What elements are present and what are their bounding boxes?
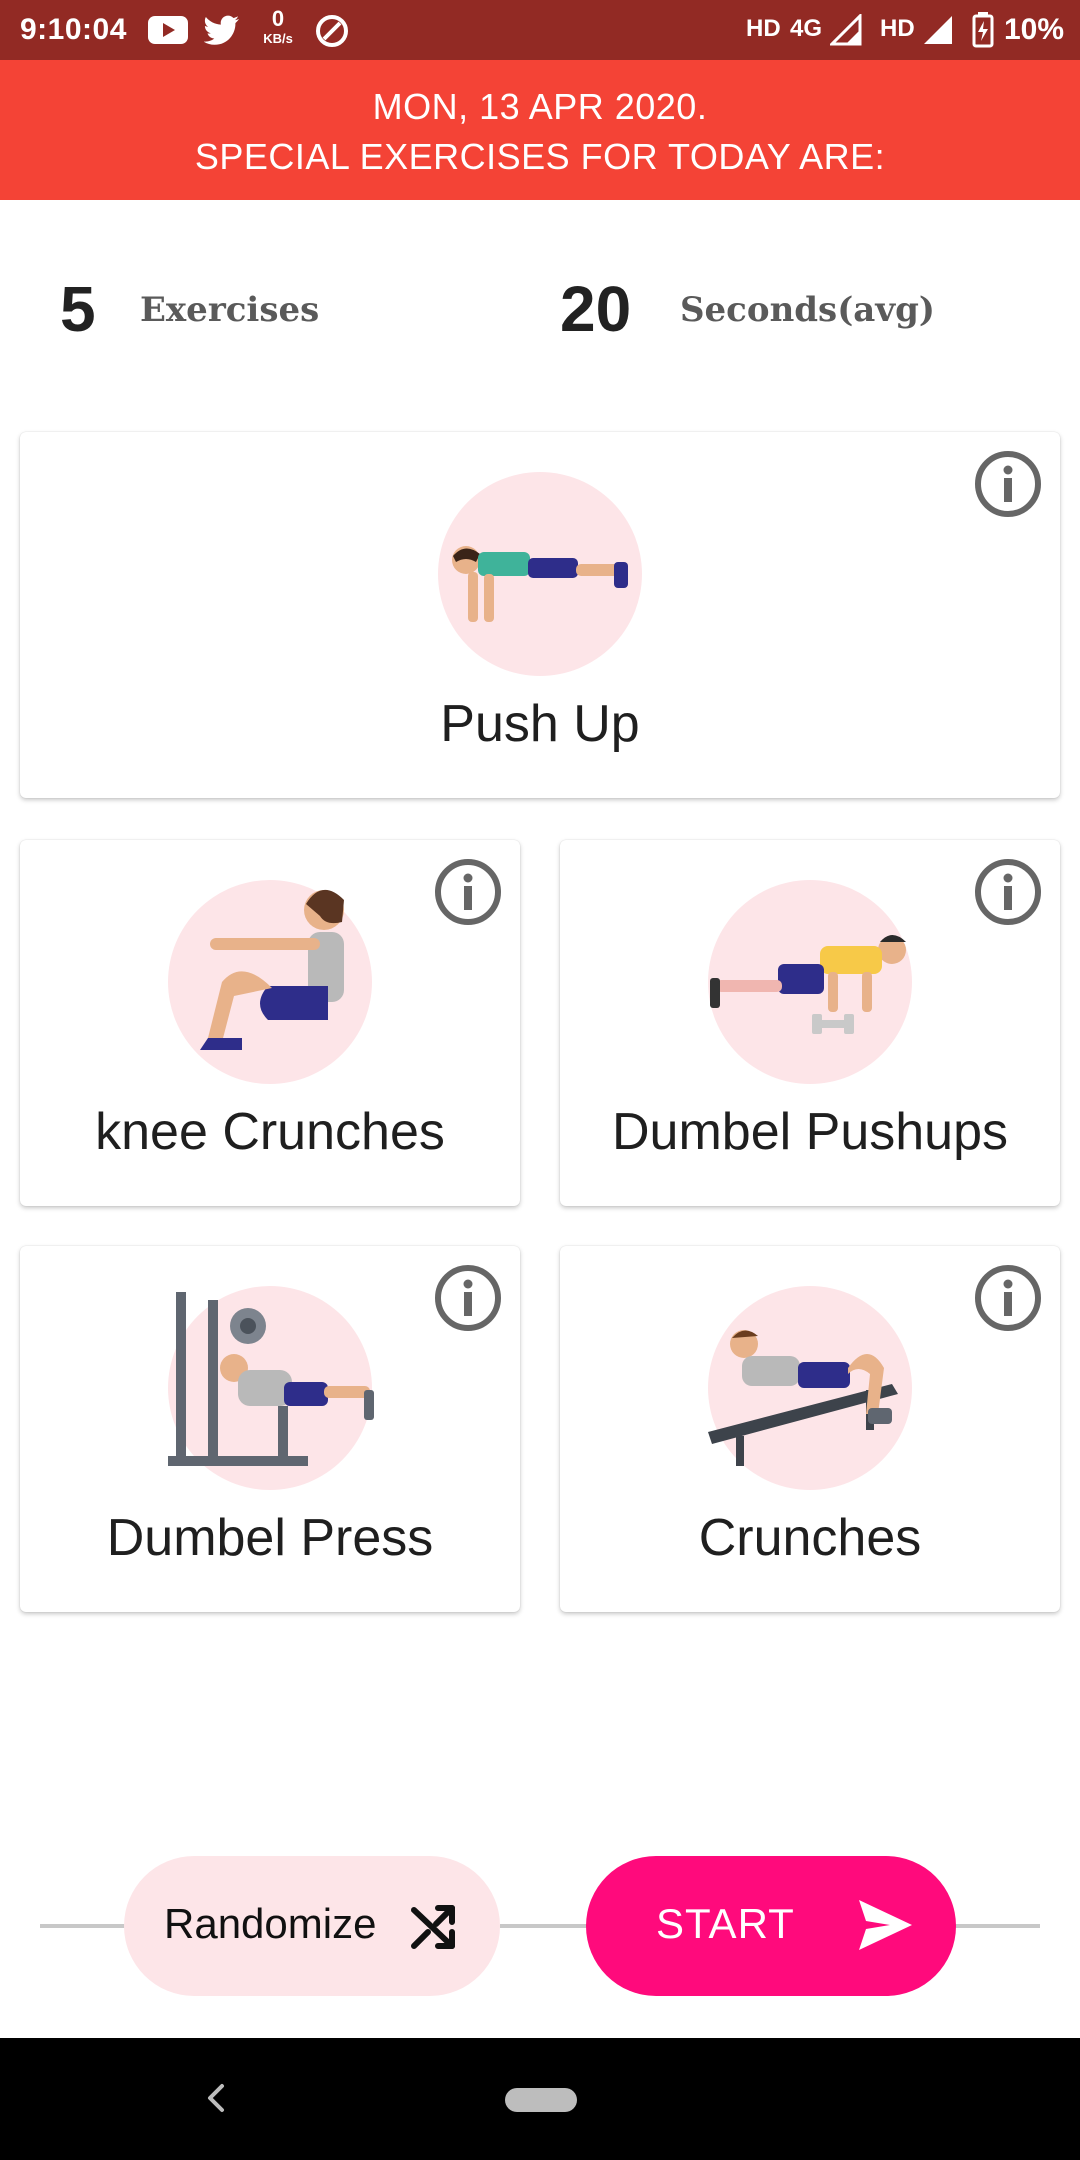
youtube-icon — [148, 16, 188, 49]
exercise-card-crunches[interactable]: Crunches — [560, 1246, 1060, 1612]
exercise-card-dumbbell-press[interactable]: Dumbel Press — [20, 1246, 520, 1612]
send-icon — [859, 1900, 912, 1950]
network-hd-2: HD — [880, 15, 915, 42]
network-hd-1: HD — [746, 15, 781, 42]
navigation-bar — [0, 2038, 1080, 2160]
crunches-illustration — [708, 1286, 912, 1490]
twitter-icon — [203, 15, 240, 50]
exercise-name: Crunches — [698, 1509, 922, 1567]
exercise-card-push-up[interactable]: Push Up — [20, 432, 1060, 798]
divider-line — [954, 1924, 1040, 1928]
randomize-button[interactable]: Randomize — [124, 1856, 500, 1996]
back-icon[interactable] — [204, 2078, 228, 2123]
divider-line — [500, 1924, 588, 1928]
info-icon[interactable] — [434, 1264, 502, 1332]
signal-icon — [922, 14, 954, 51]
info-icon[interactable] — [974, 450, 1042, 518]
exercise-name: Push Up — [440, 695, 640, 753]
shuffle-icon — [411, 1905, 455, 1949]
exercise-name: Dumbel Pushups — [612, 1103, 1008, 1161]
info-icon[interactable] — [974, 1264, 1042, 1332]
start-label: START — [656, 1900, 795, 1947]
home-pill[interactable] — [505, 2088, 577, 2112]
status-time: 9:10:04 — [20, 13, 127, 46]
info-icon[interactable] — [974, 858, 1042, 926]
start-button[interactable]: START — [586, 1856, 956, 1996]
network-speed: 0 KB/s — [263, 6, 293, 46]
exercise-card-dumbbell-pushups[interactable]: Dumbel Pushups — [560, 840, 1060, 1206]
exercise-name: Dumbel Press — [106, 1509, 434, 1567]
dumbbell-pushups-illustration — [708, 880, 912, 1084]
status-bar: 9:10:04 0 KB/s HD 4G HD 10% — [0, 0, 1080, 60]
header-banner: MON, 13 APR 2020. SPECIAL EXERCISES FOR … — [0, 60, 1080, 200]
signal-icon — [828, 12, 862, 51]
data-saver-icon — [314, 13, 350, 54]
info-icon[interactable] — [434, 858, 502, 926]
exercise-name: knee Crunches — [95, 1103, 445, 1161]
knee-crunches-illustration — [168, 880, 372, 1084]
battery-charging-icon — [972, 12, 994, 53]
exercise-count: 5 — [60, 273, 96, 345]
banner-date: MON, 13 APR 2020. — [372, 86, 708, 127]
exercise-card-knee-crunches[interactable]: knee Crunches — [20, 840, 520, 1206]
dumbbell-press-illustration — [168, 1286, 374, 1490]
divider-line — [40, 1924, 126, 1928]
network-4g: 4G — [790, 15, 823, 42]
exercise-count-label: Exercises — [140, 290, 320, 330]
banner-subtitle: SPECIAL EXERCISES FOR TODAY ARE: — [194, 136, 886, 177]
average-seconds: 20 — [560, 273, 632, 345]
randomize-label: Randomize — [164, 1900, 377, 1947]
battery-percent: 10% — [1004, 13, 1065, 46]
push-up-illustration — [438, 472, 642, 676]
average-seconds-label: Seconds(avg) — [680, 290, 935, 330]
